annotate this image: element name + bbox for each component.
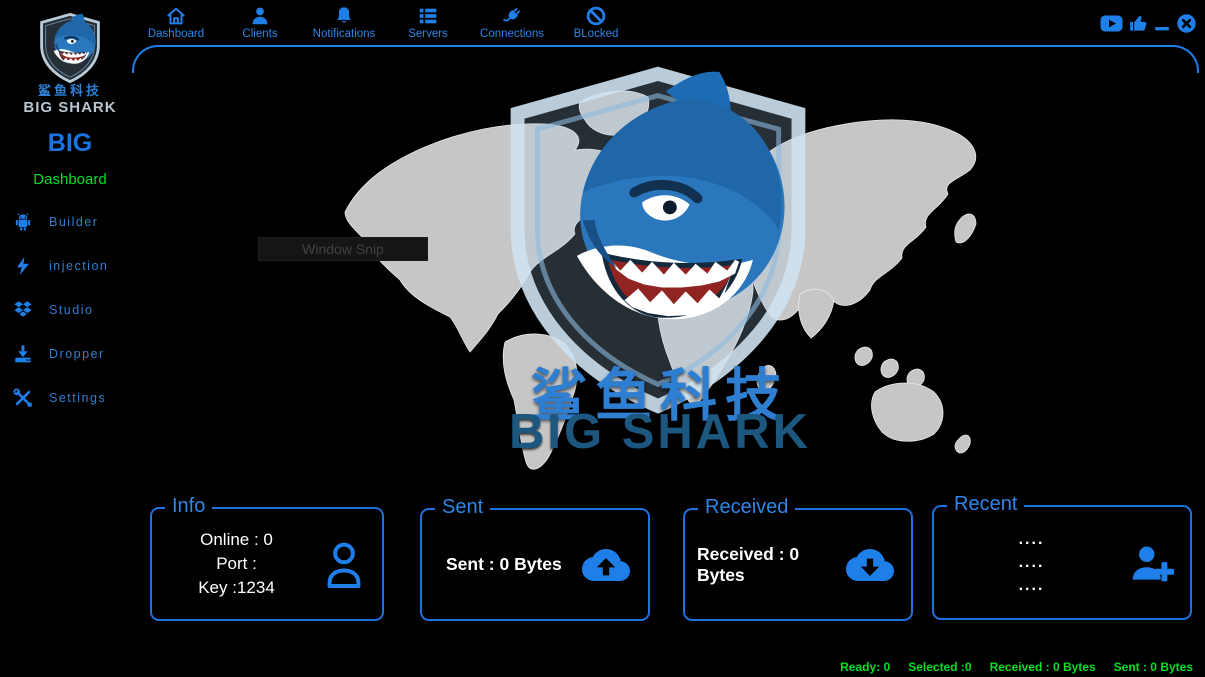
sidebar-menu: Builder injection Studio	[0, 200, 140, 420]
app-logo: 鲨鱼科技 BIG SHARK BIG Dashboard	[0, 12, 140, 188]
tools-icon	[12, 387, 34, 409]
person-add-icon	[1129, 542, 1175, 584]
shark-logo-icon	[29, 12, 111, 84]
status-received: Received : 0 Bytes	[990, 660, 1096, 674]
sidebar-item-label: Builder	[49, 215, 98, 229]
status-selected: Selected :0	[908, 660, 971, 674]
person-icon	[249, 5, 271, 27]
sidebar-item-settings[interactable]: Settings	[0, 376, 140, 420]
recent-list: .... .... ....	[934, 528, 1129, 597]
nav-item-blocked[interactable]: BLocked	[554, 5, 638, 40]
sidebar-item-label: Studio	[49, 303, 93, 317]
app-title: BIG	[0, 129, 140, 158]
nav-item-connections[interactable]: Connections	[470, 5, 554, 40]
received-panel: Received Received : 0 Bytes	[683, 508, 913, 621]
list-icon	[417, 5, 439, 27]
window-snip-tooltip: Window Snip	[258, 237, 428, 261]
person-outline-icon	[321, 539, 367, 589]
nav-item-notifications[interactable]: Notifications	[302, 5, 386, 40]
cloud-download-icon	[844, 545, 896, 585]
sidebar-item-builder[interactable]: Builder	[0, 200, 140, 244]
close-icon[interactable]	[1176, 13, 1197, 34]
nav-item-servers[interactable]: Servers	[386, 5, 470, 40]
logo-text-cn: 鲨鱼科技	[0, 80, 140, 99]
nav-item-clients[interactable]: Clients	[218, 5, 302, 40]
nav-item-label: Connections	[480, 28, 544, 40]
bell-icon	[333, 5, 355, 27]
sidebar-item-dropper[interactable]: Dropper	[0, 332, 140, 376]
minimize-icon[interactable]	[1154, 14, 1170, 33]
current-page-label: Dashboard	[0, 171, 140, 188]
blocked-icon	[585, 5, 607, 27]
top-navigation: Dashboard Clients Notifications Servers	[134, 5, 638, 40]
logo-text-en: BIG SHARK	[0, 99, 140, 116]
sidebar-item-injection[interactable]: injection	[0, 244, 140, 288]
sidebar-item-label: injection	[49, 259, 108, 273]
recent-list-item: ....	[934, 528, 1129, 551]
plug-icon	[501, 5, 523, 27]
nav-item-label: Clients	[242, 28, 277, 40]
cloud-upload-icon	[579, 545, 633, 585]
info-panel-values: Online : 0 Port : Key :1234	[152, 528, 321, 600]
status-bar: Ready: 0 Selected :0 Received : 0 Bytes …	[840, 660, 1193, 674]
home-icon	[165, 5, 187, 27]
key-value: Key :1234	[152, 576, 321, 600]
sidebar-item-label: Settings	[49, 391, 106, 405]
status-sent: Sent : 0 Bytes	[1114, 660, 1193, 674]
sidebar-item-studio[interactable]: Studio	[0, 288, 140, 332]
online-count: Online : 0	[152, 528, 321, 552]
nav-item-label: Servers	[408, 28, 448, 40]
youtube-icon[interactable]	[1100, 15, 1123, 32]
recent-list-item: ....	[934, 551, 1129, 574]
recent-list-item: ....	[934, 574, 1129, 597]
dropbox-icon	[12, 299, 34, 321]
sent-panel: Sent Sent : 0 Bytes	[420, 508, 650, 621]
sent-value: Sent : 0 Bytes	[446, 554, 579, 575]
nav-item-label: BLocked	[574, 28, 619, 40]
info-panel: Info Online : 0 Port : Key :1234	[150, 507, 384, 621]
nav-item-label: Notifications	[313, 28, 376, 40]
thumbs-up-icon[interactable]	[1129, 14, 1148, 33]
world-map-panel: 鲨鱼科技 BIG SHARK	[330, 62, 990, 486]
sidebar: 鲨鱼科技 BIG SHARK BIG Dashboard Builder	[0, 0, 140, 677]
download-icon	[12, 343, 34, 365]
port-value: Port :	[152, 552, 321, 576]
android-icon	[12, 211, 34, 233]
map-watermark-en: BIG SHARK	[330, 404, 990, 460]
recent-panel: Recent .... .... ....	[932, 505, 1192, 620]
nav-item-label: Dashboard	[148, 28, 204, 40]
status-ready: Ready: 0	[840, 660, 890, 674]
nav-item-dashboard[interactable]: Dashboard	[134, 5, 218, 40]
received-value: Received : 0 Bytes	[697, 544, 844, 586]
sidebar-item-label: Dropper	[49, 347, 105, 361]
lightning-icon	[12, 255, 34, 277]
window-controls	[1100, 13, 1197, 34]
